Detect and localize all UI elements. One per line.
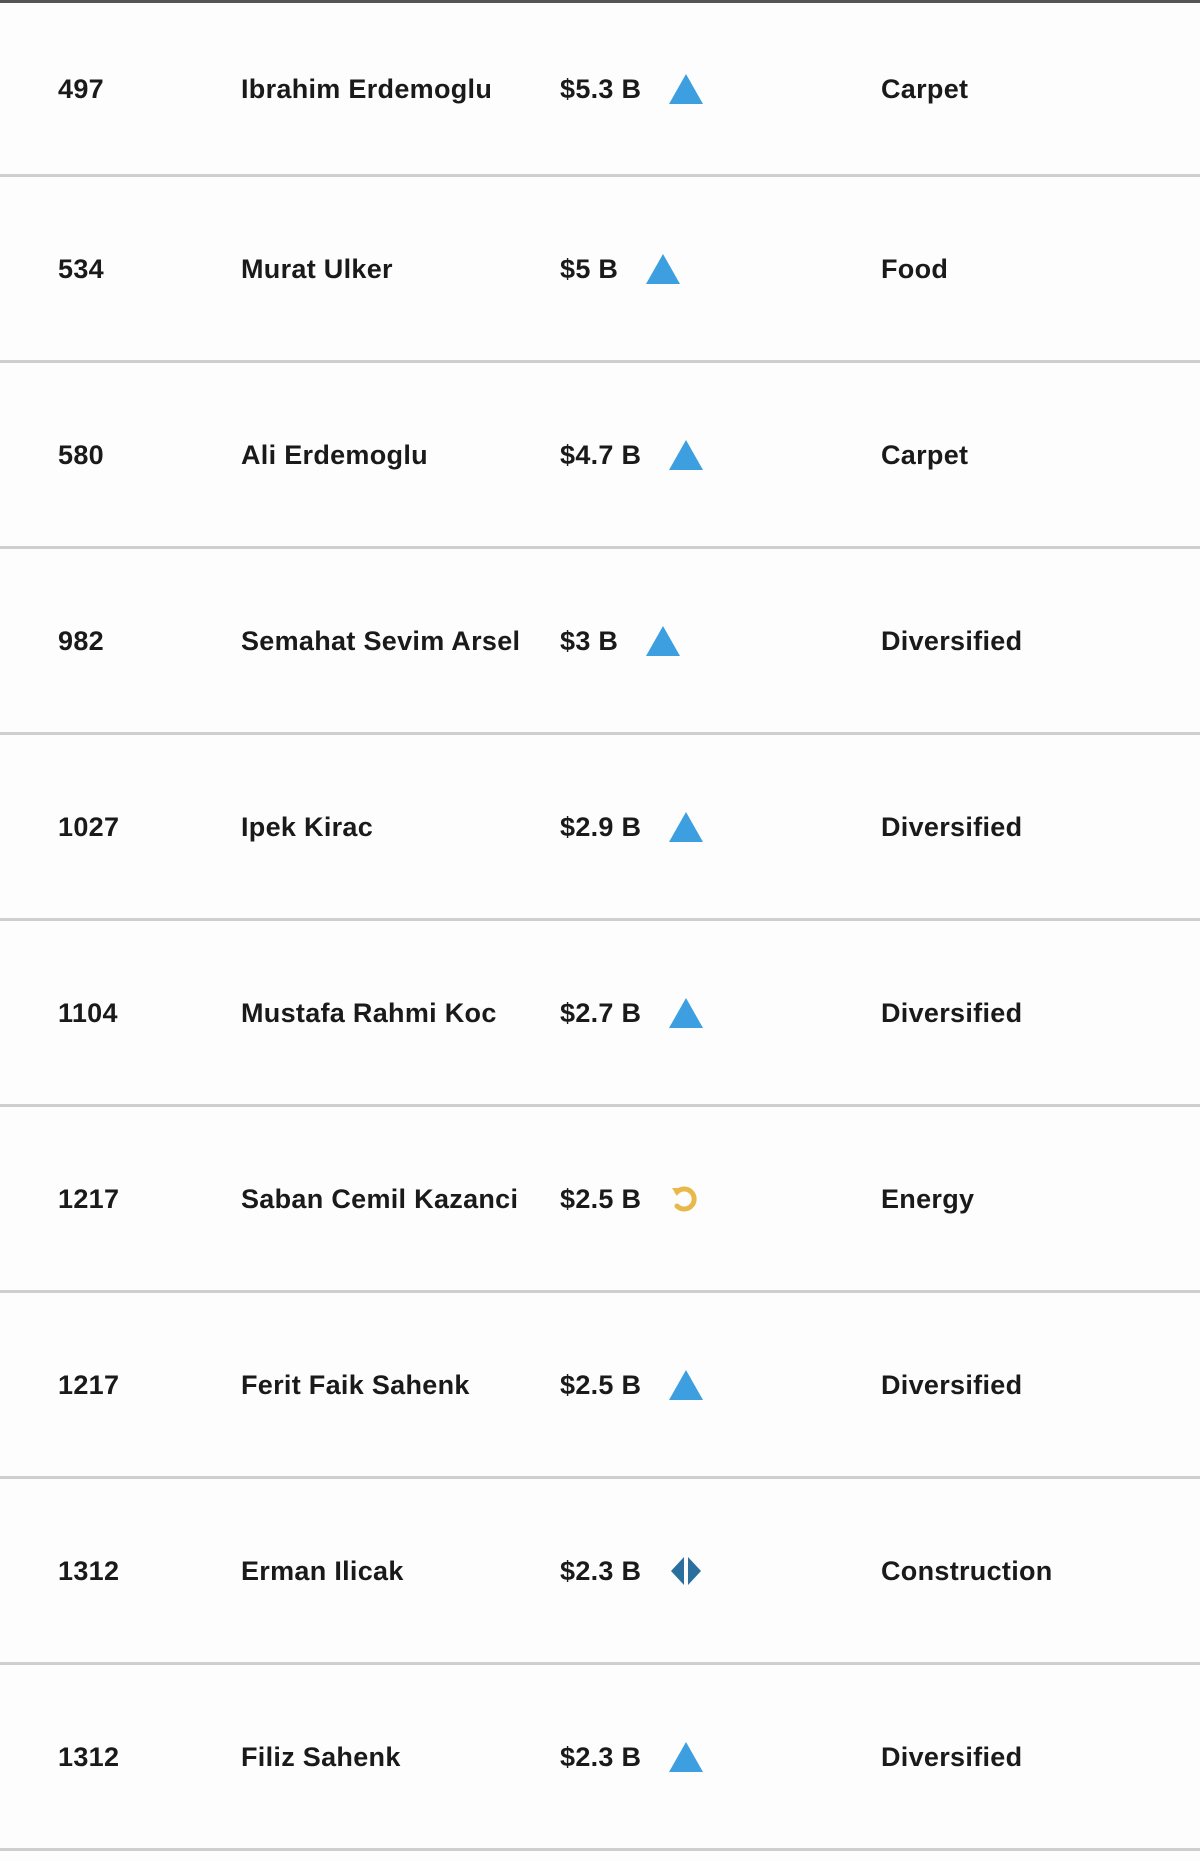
net-worth-value: $2.7 B: [560, 997, 642, 1028]
table-row[interactable]: 1217 Saban Cemil Kazanci $2.5 B Energy: [0, 1107, 1200, 1293]
name-cell: Erman Ilicak: [241, 1555, 404, 1586]
industry-cell: Carpet: [881, 439, 969, 470]
name-cell: Murat Ulker: [241, 253, 393, 284]
name-cell: Ipek Kirac: [241, 811, 374, 842]
name-cell: Ali Erdemoglu: [241, 439, 428, 470]
rank-cell: 580: [58, 439, 104, 470]
net-worth-value: $2.5 B: [560, 1369, 642, 1400]
table-row[interactable]: 580 Ali Erdemoglu $4.7 B Carpet: [0, 363, 1200, 549]
rank-cell: 1027: [58, 811, 120, 842]
trend-up-triangle-icon: [669, 1741, 704, 1772]
net-worth-value: $2.3 B: [560, 1555, 642, 1586]
industry-cell: Energy: [881, 1183, 975, 1214]
table-row[interactable]: 1312 Erman Ilicak $2.3 B Construction: [0, 1479, 1200, 1665]
table-row[interactable]: 497 Ibrahim Erdemoglu $5.3 B Carpet: [0, 3, 1200, 177]
net-worth-cell: $2.9 B: [560, 811, 704, 842]
table-row[interactable]: 982 Semahat Sevim Arsel $3 B Diversified: [0, 549, 1200, 735]
industry-cell: Diversified: [881, 1369, 1023, 1400]
rank-cell: 1217: [58, 1369, 120, 1400]
table-row[interactable]: 1217 Ferit Faik Sahenk $2.5 B Diversified: [0, 1293, 1200, 1479]
trend-up-triangle-icon: [646, 625, 681, 656]
industry-cell: Diversified: [881, 811, 1023, 842]
trend-up-triangle-icon: [646, 253, 681, 284]
name-cell: Ferit Faik Sahenk: [241, 1369, 470, 1400]
name-cell: Mustafa Rahmi Koc: [241, 997, 497, 1028]
rank-cell: 1104: [58, 997, 118, 1028]
trend-up-triangle-icon: [669, 73, 704, 104]
table-row[interactable]: 1104 Mustafa Rahmi Koc $2.7 B Diversified: [0, 921, 1200, 1107]
rank-cell: 982: [58, 625, 104, 656]
net-worth-cell: $2.3 B: [560, 1741, 704, 1772]
industry-cell: Carpet: [881, 73, 969, 104]
name-cell: Filiz Sahenk: [241, 1741, 401, 1772]
net-worth-value: $2.5 B: [560, 1183, 642, 1214]
net-worth-cell: $5 B: [560, 253, 681, 284]
net-worth-cell: $2.7 B: [560, 997, 704, 1028]
net-worth-value: $3 B: [560, 625, 619, 656]
rank-cell: 1217: [58, 1183, 120, 1214]
table-row[interactable]: 534 Murat Ulker $5 B Food: [0, 177, 1200, 363]
rank-cell: 534: [58, 253, 104, 284]
rank-cell: 1312: [58, 1741, 120, 1772]
trend-up-triangle-icon: [669, 1369, 704, 1400]
trend-up-triangle-icon: [669, 997, 704, 1028]
rank-cell: 1312: [58, 1555, 120, 1586]
net-worth-cell: $4.7 B: [560, 439, 704, 470]
net-worth-value: $2.9 B: [560, 811, 642, 842]
name-cell: Semahat Sevim Arsel: [241, 625, 521, 656]
rank-cell: 497: [58, 73, 104, 104]
industry-cell: Construction: [881, 1555, 1053, 1586]
industry-cell: Food: [881, 253, 949, 284]
net-worth-value: $5 B: [560, 253, 619, 284]
table-row[interactable]: 1312 Filiz Sahenk $2.3 B Diversified: [0, 1665, 1200, 1851]
name-cell: Saban Cemil Kazanci: [241, 1183, 519, 1214]
net-worth-cell: $3 B: [560, 625, 681, 656]
returning-arrow-icon: [669, 1184, 703, 1214]
net-worth-cell: $2.5 B: [560, 1184, 703, 1214]
net-worth-value: $4.7 B: [560, 439, 642, 470]
industry-cell: Diversified: [881, 997, 1023, 1028]
net-worth-cell: $5.3 B: [560, 73, 704, 104]
unchanged-diamond-icon: [669, 1555, 703, 1587]
name-cell: Ibrahim Erdemoglu: [241, 73, 493, 104]
trend-up-triangle-icon: [669, 811, 704, 842]
industry-cell: Diversified: [881, 625, 1023, 656]
net-worth-value: $5.3 B: [560, 73, 642, 104]
net-worth-value: $2.3 B: [560, 1741, 642, 1772]
trend-up-triangle-icon: [669, 439, 704, 470]
billionaires-list: 497 Ibrahim Erdemoglu $5.3 B Carpet 534 Murat…: [0, 3, 1200, 1851]
industry-cell: Diversified: [881, 1741, 1023, 1772]
net-worth-cell: $2.3 B: [560, 1555, 703, 1587]
net-worth-cell: $2.5 B: [560, 1369, 704, 1400]
table-row[interactable]: 1027 Ipek Kirac $2.9 B Diversified: [0, 735, 1200, 921]
